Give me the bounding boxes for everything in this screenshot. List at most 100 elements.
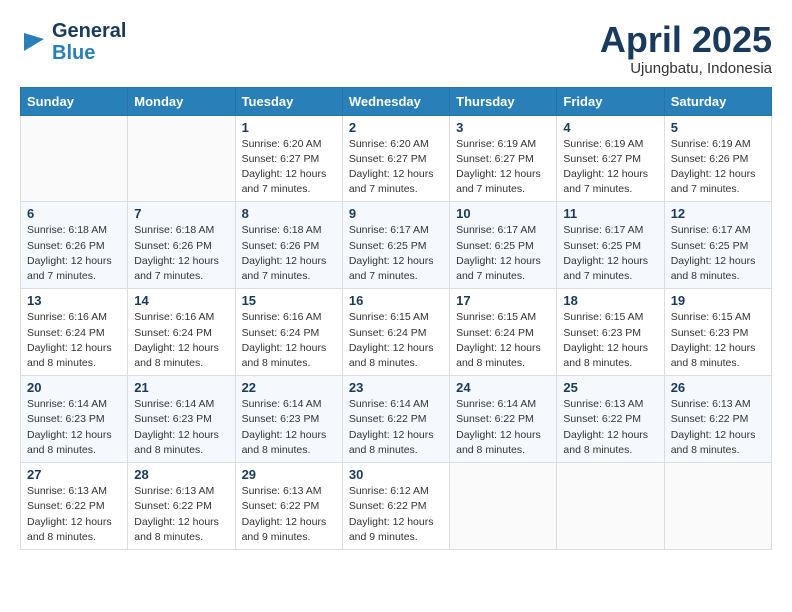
- col-monday: Monday: [128, 87, 235, 115]
- calendar-table: Sunday Monday Tuesday Wednesday Thursday…: [20, 87, 772, 550]
- day-cell: 19 Sunrise: 6:15 AM Sunset: 6:23 PM Dayli…: [664, 289, 771, 376]
- day-number: 8: [242, 206, 336, 221]
- day-number: 15: [242, 293, 336, 308]
- day-cell: 3 Sunrise: 6:19 AM Sunset: 6:27 PM Daylig…: [450, 115, 557, 202]
- day-cell: 9Sunrise: 6:17 AM Sunset: 6:25 PM Daylig…: [342, 202, 449, 289]
- day-cell: 1 Sunrise: 6:20 AM Sunset: 6:27 PM Daylig…: [235, 115, 342, 202]
- logo: General Blue: [20, 20, 126, 64]
- day-number: 14: [134, 293, 228, 308]
- day-number: 2: [349, 120, 443, 135]
- day-number: 28: [134, 467, 228, 482]
- calendar-body: 1 Sunrise: 6:20 AM Sunset: 6:27 PM Daylig…: [21, 115, 772, 549]
- day-cell: 5 Sunrise: 6:19 AM Sunset: 6:26 PM Daylig…: [664, 115, 771, 202]
- day-info: Sunrise: 6:19 AM Sunset: 6:26 PM Dayligh…: [671, 137, 765, 198]
- day-number: 30: [349, 467, 443, 482]
- day-cell: 17Sunrise: 6:15 AM Sunset: 6:24 PM Dayli…: [450, 289, 557, 376]
- day-info: Sunrise: 6:13 AM Sunset: 6:22 PM Dayligh…: [242, 484, 336, 545]
- day-number: 7: [134, 206, 228, 221]
- day-info: Sunrise: 6:15 AM Sunset: 6:23 PM Dayligh…: [671, 310, 765, 371]
- day-info: Sunrise: 6:17 AM Sunset: 6:25 PM Dayligh…: [671, 223, 765, 284]
- day-cell: [557, 463, 664, 550]
- logo-icon: [20, 29, 48, 57]
- day-cell: 7 Sunrise: 6:18 AM Sunset: 6:26 PM Daylig…: [128, 202, 235, 289]
- month-title: April 2025: [600, 20, 772, 60]
- page-header: General Blue April 2025 Ujungbatu, Indon…: [20, 20, 772, 77]
- day-number: 22: [242, 380, 336, 395]
- day-info: Sunrise: 6:16 AM Sunset: 6:24 PM Dayligh…: [27, 310, 121, 371]
- day-info: Sunrise: 6:14 AM Sunset: 6:23 PM Dayligh…: [242, 397, 336, 458]
- day-cell: [21, 115, 128, 202]
- day-number: 5: [671, 120, 765, 135]
- col-saturday: Saturday: [664, 87, 771, 115]
- col-sunday: Sunday: [21, 87, 128, 115]
- day-number: 4: [563, 120, 657, 135]
- day-cell: 11 Sunrise: 6:17 AM Sunset: 6:25 PM Dayli…: [557, 202, 664, 289]
- week-row-4: 20 Sunrise: 6:14 AM Sunset: 6:23 PM Dayli…: [21, 376, 772, 463]
- day-cell: 2Sunrise: 6:20 AM Sunset: 6:27 PM Daylig…: [342, 115, 449, 202]
- day-number: 18: [563, 293, 657, 308]
- day-number: 19: [671, 293, 765, 308]
- day-cell: 21Sunrise: 6:14 AM Sunset: 6:23 PM Dayli…: [128, 376, 235, 463]
- day-info: Sunrise: 6:19 AM Sunset: 6:27 PM Dayligh…: [563, 137, 657, 198]
- day-number: 25: [563, 380, 657, 395]
- day-cell: 8 Sunrise: 6:18 AM Sunset: 6:26 PM Daylig…: [235, 202, 342, 289]
- day-number: 21: [134, 380, 228, 395]
- day-info: Sunrise: 6:19 AM Sunset: 6:27 PM Dayligh…: [456, 137, 550, 198]
- col-wednesday: Wednesday: [342, 87, 449, 115]
- day-number: 16: [349, 293, 443, 308]
- day-cell: 26Sunrise: 6:13 AM Sunset: 6:22 PM Dayli…: [664, 376, 771, 463]
- week-row-5: 27 Sunrise: 6:13 AM Sunset: 6:22 PM Dayli…: [21, 463, 772, 550]
- day-number: 20: [27, 380, 121, 395]
- day-cell: 15 Sunrise: 6:16 AM Sunset: 6:24 PM Dayli…: [235, 289, 342, 376]
- day-info: Sunrise: 6:18 AM Sunset: 6:26 PM Dayligh…: [134, 223, 228, 284]
- day-info: Sunrise: 6:14 AM Sunset: 6:22 PM Dayligh…: [456, 397, 550, 458]
- day-cell: 24 Sunrise: 6:14 AM Sunset: 6:22 PM Dayli…: [450, 376, 557, 463]
- day-cell: [128, 115, 235, 202]
- day-info: Sunrise: 6:17 AM Sunset: 6:25 PM Dayligh…: [456, 223, 550, 284]
- day-info: Sunrise: 6:18 AM Sunset: 6:26 PM Dayligh…: [242, 223, 336, 284]
- weekday-row: Sunday Monday Tuesday Wednesday Thursday…: [21, 87, 772, 115]
- col-friday: Friday: [557, 87, 664, 115]
- day-info: Sunrise: 6:20 AM Sunset: 6:27 PM Dayligh…: [242, 137, 336, 198]
- day-info: Sunrise: 6:12 AM Sunset: 6:22 PM Dayligh…: [349, 484, 443, 545]
- day-info: Sunrise: 6:17 AM Sunset: 6:25 PM Dayligh…: [349, 223, 443, 284]
- day-cell: 27 Sunrise: 6:13 AM Sunset: 6:22 PM Dayli…: [21, 463, 128, 550]
- day-info: Sunrise: 6:14 AM Sunset: 6:23 PM Dayligh…: [27, 397, 121, 458]
- day-cell: 29 Sunrise: 6:13 AM Sunset: 6:22 PM Dayli…: [235, 463, 342, 550]
- day-info: Sunrise: 6:13 AM Sunset: 6:22 PM Dayligh…: [563, 397, 657, 458]
- day-info: Sunrise: 6:16 AM Sunset: 6:24 PM Dayligh…: [242, 310, 336, 371]
- day-number: 10: [456, 206, 550, 221]
- day-number: 27: [27, 467, 121, 482]
- day-number: 12: [671, 206, 765, 221]
- day-number: 23: [349, 380, 443, 395]
- day-cell: 6 Sunrise: 6:18 AM Sunset: 6:26 PM Daylig…: [21, 202, 128, 289]
- week-row-1: 1 Sunrise: 6:20 AM Sunset: 6:27 PM Daylig…: [21, 115, 772, 202]
- calendar-header: Sunday Monday Tuesday Wednesday Thursday…: [21, 87, 772, 115]
- day-cell: 18 Sunrise: 6:15 AM Sunset: 6:23 PM Dayli…: [557, 289, 664, 376]
- day-number: 13: [27, 293, 121, 308]
- day-cell: 14Sunrise: 6:16 AM Sunset: 6:24 PM Dayli…: [128, 289, 235, 376]
- col-thursday: Thursday: [450, 87, 557, 115]
- day-cell: 28Sunrise: 6:13 AM Sunset: 6:22 PM Dayli…: [128, 463, 235, 550]
- title-block: April 2025 Ujungbatu, Indonesia: [600, 20, 772, 77]
- day-cell: 13 Sunrise: 6:16 AM Sunset: 6:24 PM Dayli…: [21, 289, 128, 376]
- week-row-3: 13 Sunrise: 6:16 AM Sunset: 6:24 PM Dayli…: [21, 289, 772, 376]
- day-number: 24: [456, 380, 550, 395]
- day-info: Sunrise: 6:17 AM Sunset: 6:25 PM Dayligh…: [563, 223, 657, 284]
- day-info: Sunrise: 6:14 AM Sunset: 6:22 PM Dayligh…: [349, 397, 443, 458]
- day-number: 29: [242, 467, 336, 482]
- day-info: Sunrise: 6:13 AM Sunset: 6:22 PM Dayligh…: [671, 397, 765, 458]
- day-cell: 12 Sunrise: 6:17 AM Sunset: 6:25 PM Dayli…: [664, 202, 771, 289]
- day-info: Sunrise: 6:15 AM Sunset: 6:24 PM Dayligh…: [456, 310, 550, 371]
- day-info: Sunrise: 6:15 AM Sunset: 6:23 PM Dayligh…: [563, 310, 657, 371]
- day-number: 3: [456, 120, 550, 135]
- day-info: Sunrise: 6:13 AM Sunset: 6:22 PM Dayligh…: [27, 484, 121, 545]
- day-number: 11: [563, 206, 657, 221]
- day-info: Sunrise: 6:18 AM Sunset: 6:26 PM Dayligh…: [27, 223, 121, 284]
- day-info: Sunrise: 6:15 AM Sunset: 6:24 PM Dayligh…: [349, 310, 443, 371]
- day-number: 1: [242, 120, 336, 135]
- logo-text-line1: General: [52, 20, 126, 42]
- week-row-2: 6 Sunrise: 6:18 AM Sunset: 6:26 PM Daylig…: [21, 202, 772, 289]
- day-number: 6: [27, 206, 121, 221]
- day-cell: [664, 463, 771, 550]
